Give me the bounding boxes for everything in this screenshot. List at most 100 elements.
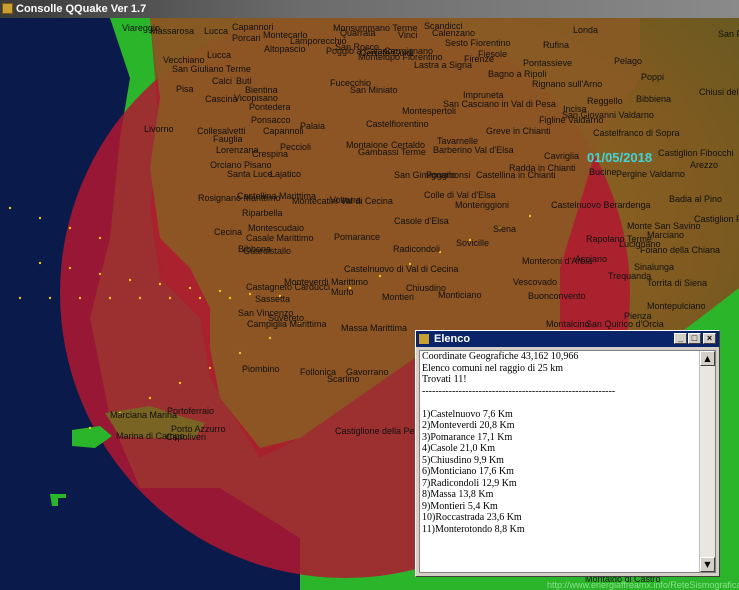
place-label: Lajatico bbox=[270, 169, 302, 179]
found-count-line: Trovati 11! bbox=[422, 374, 467, 385]
place-label: Porcari bbox=[232, 33, 261, 43]
minimize-button[interactable]: _ bbox=[674, 333, 687, 344]
place-label: Castelfranco di Sopra bbox=[593, 128, 680, 138]
place-label: Bucine bbox=[589, 167, 617, 177]
app-title-bar: Consolle QQuake Ver 1.7 bbox=[0, 0, 739, 18]
place-label: Montecatini Val di Cecina bbox=[292, 196, 393, 206]
place-label: Rignano sull'Arno bbox=[532, 79, 603, 89]
place-label: San Casciano in Val di Pesa bbox=[443, 99, 556, 109]
place-label: Sovicille bbox=[456, 238, 490, 248]
place-label: Riparbella bbox=[242, 208, 283, 218]
separator-line: ----------------------------------------… bbox=[422, 385, 616, 397]
place-label: Castiglion Fiorentino bbox=[694, 214, 739, 224]
place-label: Montepulciano bbox=[647, 301, 706, 311]
place-label: Cecina bbox=[214, 227, 243, 237]
place-label: Calenzano bbox=[432, 28, 476, 38]
place-label: Casole d'Elsa bbox=[394, 216, 449, 226]
place-label: Pisa bbox=[176, 84, 194, 94]
place-label: Poggio a Caiano bbox=[326, 46, 393, 56]
place-label: Porto Azzurro bbox=[171, 424, 226, 434]
app-icon bbox=[2, 3, 13, 14]
place-label: Calci bbox=[212, 76, 233, 86]
place-label: Pelago bbox=[614, 56, 643, 66]
place-label: Castelfiorentino bbox=[366, 119, 429, 129]
place-label: San Giuliano Terme bbox=[172, 64, 251, 74]
place-label: Castelnuovo Berardenga bbox=[551, 200, 651, 210]
result-line: 9)Montieri 5,4 Km bbox=[422, 500, 498, 512]
place-label: Foiano della Chiana bbox=[640, 245, 721, 255]
maximize-button[interactable]: □ bbox=[688, 333, 701, 344]
place-label: San Fi bbox=[718, 29, 739, 39]
place-label: Pergine Valdarno bbox=[616, 169, 685, 179]
place-label: Casale Marittimo bbox=[246, 233, 314, 243]
place-label: Lucca bbox=[204, 26, 229, 36]
place-label: Lucca bbox=[207, 50, 232, 60]
place-label: Massarosa bbox=[150, 26, 195, 36]
place-label: Bibbiena bbox=[636, 94, 672, 104]
place-label: San Giovanni Valdarno bbox=[562, 110, 654, 120]
dialog-title-bar[interactable]: Elenco _ □ × bbox=[416, 331, 719, 347]
result-line: 4)Casole 21,0 Km bbox=[422, 443, 496, 454]
place-label: Fauglia bbox=[213, 134, 243, 144]
place-label: Radda in Chianti bbox=[509, 163, 576, 173]
place-label: Bibbona bbox=[238, 244, 272, 254]
place-label: Peccioli bbox=[280, 142, 312, 152]
place-label: Gavorrano bbox=[346, 367, 389, 377]
result-line: 8)Massa 13,8 Km bbox=[422, 489, 494, 500]
place-label: Buonconvento bbox=[528, 291, 586, 301]
place-label: Chiusi della Verna bbox=[699, 87, 739, 97]
place-label: Pontedera bbox=[249, 102, 291, 112]
place-label: Castelnuovo di Val di Cecina bbox=[344, 264, 459, 274]
place-label: Fiesole bbox=[478, 49, 508, 59]
place-label: Marciano bbox=[647, 230, 685, 240]
place-label: Monte San Savino bbox=[627, 221, 701, 231]
place-label: Certaldo bbox=[391, 140, 426, 150]
place-label: Bagno a Ripoli bbox=[488, 69, 547, 79]
place-label: Montieri bbox=[382, 292, 415, 302]
place-label: Poggibonsi bbox=[426, 170, 471, 180]
scroll-up-arrow-icon[interactable]: ▲ bbox=[700, 351, 715, 366]
place-label: Cavriglia bbox=[544, 151, 580, 161]
place-label: Castiglion Fibocchi bbox=[658, 148, 734, 158]
place-label: Murlo bbox=[331, 287, 354, 297]
place-label: Lastra a Signa bbox=[414, 60, 473, 70]
place-label: Ponsacco bbox=[251, 115, 291, 125]
place-label: Cascina bbox=[205, 94, 238, 104]
place-label: Piombino bbox=[242, 364, 280, 374]
place-label: Arezzo bbox=[690, 160, 719, 170]
place-label: Rufina bbox=[543, 40, 570, 50]
place-label: Pontassieve bbox=[523, 58, 573, 68]
place-label: Monteriggioni bbox=[455, 200, 510, 210]
result-line: 6)Monticiano 17,6 Km bbox=[422, 466, 514, 477]
close-button[interactable]: × bbox=[703, 333, 716, 344]
vertical-scrollbar[interactable]: ▲ ▼ bbox=[699, 351, 715, 572]
place-label: Livorno bbox=[144, 124, 174, 134]
place-label: Palaia bbox=[300, 121, 326, 131]
place-label: Torrita di Siena bbox=[647, 278, 708, 288]
place-label: Pienza bbox=[624, 311, 652, 321]
place-label: Barberino Val d'Elsa bbox=[433, 145, 514, 155]
footer-url[interactable]: http://www.energiaffreamx.info/ReteSismo… bbox=[547, 580, 739, 590]
place-label: Colle di Val d'Elsa bbox=[424, 190, 496, 200]
place-label: Greve in Chianti bbox=[486, 126, 551, 136]
result-line: 2)Monteverdi 20,8 Km bbox=[422, 420, 515, 431]
radius-line: Elenco comuni nel raggio di 25 km bbox=[422, 362, 564, 374]
place-label: Monteverdi Marittimo bbox=[284, 277, 369, 287]
place-label: Badia al Pino bbox=[669, 194, 723, 204]
scroll-down-arrow-icon[interactable]: ▼ bbox=[700, 557, 715, 572]
place-label: Monsummano Terme bbox=[333, 23, 418, 33]
elenco-dialog[interactable]: Elenco _ □ × Coordinate Geografiche 43,1… bbox=[415, 330, 720, 577]
place-label: Santa Luce bbox=[227, 169, 273, 179]
place-label: Montescudaio bbox=[248, 223, 305, 233]
place-label: Campiglia Marittima bbox=[247, 319, 327, 329]
place-label: Poppi bbox=[641, 72, 665, 82]
place-label: Sesto Fiorentino bbox=[445, 38, 511, 48]
place-label: Londa bbox=[573, 25, 599, 35]
place-label: Trequanda bbox=[608, 271, 652, 281]
place-label: Radicondoli bbox=[393, 244, 441, 254]
result-line: 3)Pomarance 17,1 Km bbox=[422, 431, 513, 443]
result-line: 10)Roccastrada 23,6 Km bbox=[422, 512, 522, 523]
result-line: 7)Radicondoli 12,9 Km bbox=[422, 477, 517, 489]
place-label: Pomarance bbox=[334, 232, 381, 242]
dialog-text-area[interactable]: Coordinate Geografiche 43,162 10,966 Ele… bbox=[419, 350, 716, 573]
